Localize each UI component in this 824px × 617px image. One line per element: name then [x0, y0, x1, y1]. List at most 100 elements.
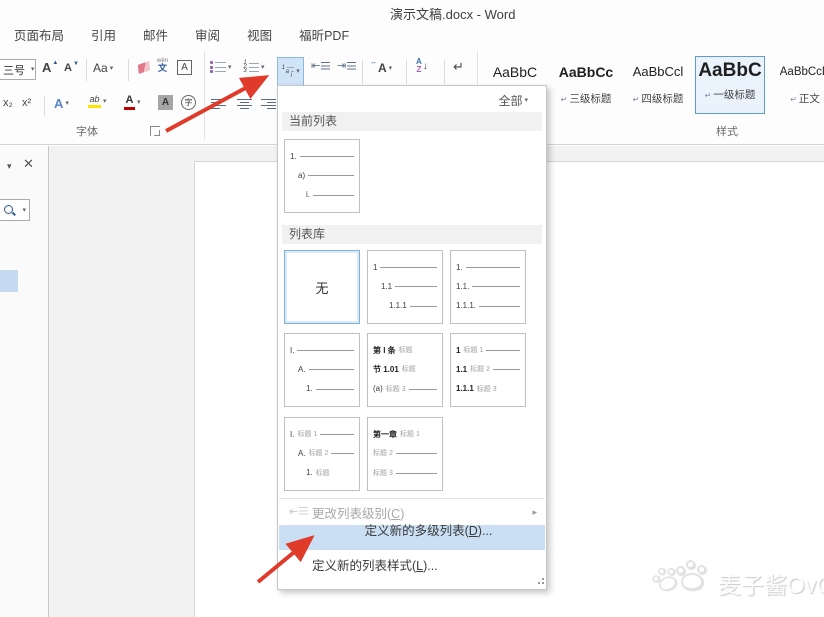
section-list-library: 列表库: [282, 225, 542, 244]
tab-references[interactable]: 引用: [91, 25, 116, 44]
change-case-button[interactable]: Aa ▾: [93, 61, 113, 75]
character-border-button[interactable]: A: [177, 60, 192, 75]
character-shading-button[interactable]: A: [158, 95, 173, 110]
tab-mailings[interactable]: 邮件: [143, 25, 168, 44]
subscript-button[interactable]: x₂: [3, 97, 13, 109]
resize-grip[interactable]: [538, 582, 540, 584]
list-option-none[interactable]: 无: [284, 250, 360, 324]
align-right-button[interactable]: [261, 99, 276, 110]
font-color-button[interactable]: A ▾: [124, 95, 141, 110]
list-preview-row: 1.: [290, 152, 354, 161]
multilevel-list-icon: 1 a i: [281, 66, 294, 78]
chevron-down-icon[interactable]: ▾: [110, 65, 114, 72]
text-effects-icon: A: [54, 97, 63, 110]
chevron-down-icon: ▾: [524, 97, 528, 104]
paragraph-mark-icon: ↵: [790, 95, 797, 104]
list-preview-row: 1.1.1.: [456, 302, 520, 311]
list-option-heading-decimal[interactable]: 1标题 1 1.1标题 2 1.1.1标题 3: [450, 333, 526, 407]
font-dialog-launcher-icon[interactable]: [150, 126, 160, 136]
menu-item-define-new-multilevel-list[interactable]: 定义新的多级列表(D)...: [279, 525, 545, 550]
tab-foxit-pdf[interactable]: 福昕PDF: [299, 25, 349, 44]
list-preview-row: 1.1.1标题 3: [456, 385, 520, 394]
indent-decrease-icon: ⇤: [311, 61, 320, 72]
tab-page-layout[interactable]: 页面布局: [14, 25, 64, 44]
list-preview-row: 1.1.1: [389, 302, 437, 311]
list-preview-row: I.标题 1: [290, 430, 354, 439]
style-item-heading3[interactable]: AaBbCc ↵三级标题: [553, 59, 619, 113]
divider: [362, 60, 363, 84]
multilevel-list-dropdown: 全部 ▾ 当前列表 1. a) i. 列表库 无 1 1.1 1.1.1 1. …: [277, 85, 547, 590]
chevron-down-icon[interactable]: ▾: [22, 207, 26, 214]
navigation-search-input[interactable]: ▾: [0, 199, 30, 221]
menu-item-define-new-list-style[interactable]: 定义新的列表样式(L)...: [279, 553, 545, 575]
style-item-body[interactable]: AaBbCcD ↵正文: [772, 59, 824, 113]
paragraph-mark-icon: ↵: [453, 59, 464, 75]
chevron-down-icon[interactable]: ▾: [296, 68, 300, 75]
current-list-preview[interactable]: 1. a) i.: [284, 139, 360, 213]
style-item-heading4[interactable]: AaBbCcl ↵四级标题: [625, 59, 691, 113]
shrink-font-button[interactable]: A ▼: [64, 63, 78, 74]
list-option-chapter[interactable]: 第一章标题 1 标题 2 标题 3: [367, 417, 443, 491]
watermark: 麦子酱OvO: [648, 556, 824, 606]
submenu-arrow-icon: ▸: [532, 507, 537, 518]
asian-layout-button[interactable]: ↔ A ▾: [371, 62, 392, 74]
divider: [86, 59, 87, 81]
chevron-down-icon[interactable]: ▾: [389, 65, 393, 72]
chevron-down-icon[interactable]: ▾: [103, 98, 107, 105]
chevron-down-icon[interactable]: ▾: [137, 99, 141, 106]
chevron-down-icon[interactable]: ▾: [31, 66, 35, 73]
title-bar: 演示文稿.docx - Word: [0, 0, 824, 22]
enclose-characters-icon: 字: [181, 95, 196, 110]
grow-font-button[interactable]: A ▲: [42, 61, 57, 74]
style-item-heading1-selected[interactable]: AaBbC ↵一级标题: [695, 56, 765, 114]
divider: [128, 59, 129, 81]
clear-formatting-button[interactable]: [138, 63, 150, 72]
tab-view[interactable]: 视图: [247, 25, 272, 44]
paw-icon: [674, 560, 708, 590]
list-preview-row: 1.1: [381, 282, 437, 291]
list-option-roman[interactable]: I. A. 1.: [284, 333, 360, 407]
align-right-icon: [261, 99, 276, 110]
chevron-down-icon[interactable]: ▾: [228, 64, 232, 71]
tab-review[interactable]: 审阅: [195, 25, 220, 44]
list-preview-row: I.: [290, 346, 354, 355]
bullets-button[interactable]: ▾: [210, 61, 232, 73]
superscript-button[interactable]: x²: [22, 97, 31, 109]
chevron-down-icon[interactable]: ▾: [7, 161, 12, 172]
gallery-filter-dropdown[interactable]: 全部 ▾: [498, 92, 528, 109]
text-highlight-button[interactable]: ab ▾: [88, 95, 107, 108]
list-preview-row: 1.: [456, 263, 520, 272]
list-option-article-section[interactable]: 第 I 条标题 节 1.01标题 (a)标题 3: [367, 333, 443, 407]
numbering-button[interactable]: 1 2 3 ▾: [243, 61, 265, 73]
show-hide-marks-button[interactable]: ↵: [453, 59, 464, 75]
grow-font-icon: ▲: [52, 60, 58, 66]
increase-indent-button[interactable]: ⇥: [337, 61, 356, 72]
font-size-combobox[interactable]: 三号 ▾: [0, 59, 36, 80]
list-option-decimal[interactable]: 1 1.1 1.1.1: [367, 250, 443, 324]
close-icon[interactable]: ✕: [23, 156, 34, 172]
navigation-selected-item[interactable]: [0, 270, 18, 292]
chevron-down-icon[interactable]: ▾: [261, 64, 265, 71]
enclose-characters-button[interactable]: 字: [181, 95, 196, 110]
list-preview-row: A.: [298, 365, 354, 374]
divider: [44, 96, 45, 116]
sort-button[interactable]: A Z ↓: [416, 58, 428, 74]
phonetic-guide-button[interactable]: wén 文: [157, 58, 168, 73]
chevron-down-icon[interactable]: ▾: [65, 100, 69, 107]
sort-az-icon: A Z: [416, 58, 422, 74]
down-arrow-icon: ↓: [423, 61, 428, 72]
decrease-indent-button[interactable]: ⇤: [311, 61, 330, 72]
list-option-heading-roman[interactable]: I.标题 1 A.标题 2 1.标题: [284, 417, 360, 491]
list-option-decimal-dot[interactable]: 1. 1.1. 1.1.1.: [450, 250, 526, 324]
align-center-button[interactable]: [237, 99, 252, 110]
list-preview-row: 1标题 1: [456, 346, 520, 355]
scale-arrows-icon: ↔: [370, 59, 377, 66]
ribbon-tab-row: 页面布局 引用 邮件 审阅 视图 福昕PDF: [0, 22, 824, 47]
text-effects-button[interactable]: A ▾: [54, 97, 69, 110]
multilevel-list-button[interactable]: 1 a i ▾: [277, 57, 304, 86]
character-border-icon: A: [177, 60, 192, 75]
font-size-value: 三号: [3, 62, 25, 78]
align-center-icon: [237, 99, 252, 110]
align-justify-button[interactable]: [211, 99, 226, 110]
indent-increase-icon: ⇥: [337, 61, 346, 72]
